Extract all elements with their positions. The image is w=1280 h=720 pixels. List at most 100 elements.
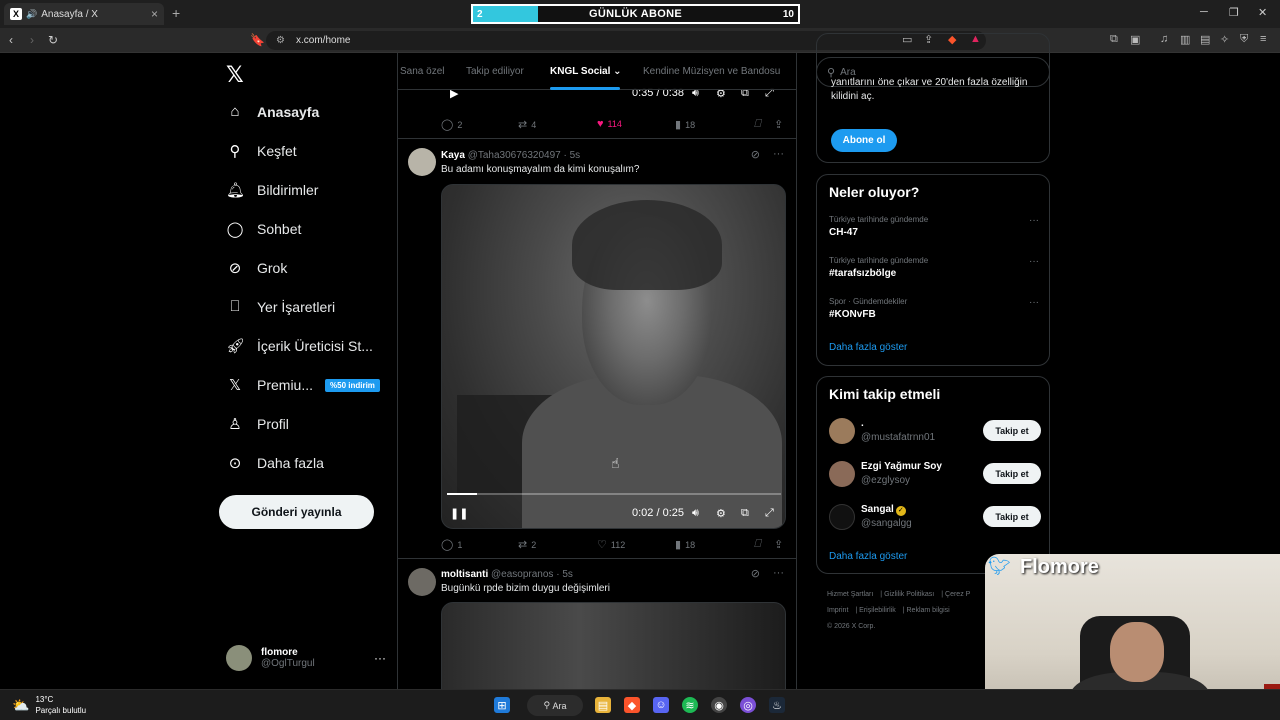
screenshot-icon[interactable]: ▣ [1130,33,1140,46]
bookmark-button[interactable]: ⎕ [754,118,765,131]
close-window-icon[interactable]: ✕ [1258,6,1267,19]
nav-bookmarks[interactable]: ⎕ Yer İşaretleri [226,298,335,315]
discord-icon[interactable]: ☺ [653,697,669,713]
author-name[interactable]: moltisanti [441,569,488,580]
nav-grok[interactable]: ⊘ Grok [226,259,288,277]
author-handle[interactable]: @easopranos · 5s [491,569,573,580]
close-tab-icon[interactable]: × [151,7,158,21]
follow-suggestion[interactable]: . @mustafatrnn01 Takip et [829,416,1041,446]
tab-kendine-muzisyen[interactable]: Kendine Müzisyen ve Bandosu [643,66,780,77]
media-icon[interactable]: ♫ [1160,33,1168,45]
nav-notifications[interactable]: 🔔︎ Bildirimler [226,181,318,199]
nav-premium[interactable]: 𝕏 Premiu... %50 indirim [226,376,380,394]
tab-kngl-social[interactable]: KNGL Social ⌄ [550,66,622,77]
steam-icon[interactable]: ♨ [769,697,785,713]
repost-button[interactable]: ⇄ 2 [518,538,536,551]
follow-button[interactable]: Takip et [983,420,1041,441]
trend-item[interactable]: Türkiye tarihinde gündemde #tarafsızbölg… [829,256,1039,279]
author-name[interactable]: Kaya [441,150,465,161]
volume-icon[interactable]: 🔊︎ [692,507,699,520]
sidebar-icon[interactable]: ▥ [1180,33,1190,46]
follow-suggestion[interactable]: Sangal ✓ @sangalgg Takip et [829,502,1041,532]
maximize-icon[interactable]: ❐ [1229,6,1239,19]
account-switcher[interactable]: flomore @OglTurgul ··· [226,643,386,673]
post-button[interactable]: Gönderi yayınla [219,495,374,529]
leo-ai-icon[interactable]: ✧ [1220,33,1229,46]
reply-button[interactable]: ◯ 2 [441,118,462,131]
reload-icon[interactable]: ↻ [48,33,58,47]
more-dots-icon[interactable]: ··· [1029,297,1039,308]
follow-button[interactable]: Takip et [983,506,1041,527]
nav-more[interactable]: ⊙ Daha fazla [226,454,324,472]
avatar[interactable] [408,148,436,176]
footer-link[interactable]: Erişilebilirlik [859,607,896,614]
footer-link[interactable]: Imprint [827,607,848,614]
minimize-icon[interactable]: ─ [1200,6,1208,18]
pause-icon[interactable]: ❚❚ [450,507,468,520]
extensions-icon[interactable]: ⧉ [1110,33,1118,46]
taskbar-search[interactable]: ⚲ Ara [527,695,583,716]
speaker-icon[interactable]: 🔊 [26,9,37,20]
tab-for-you[interactable]: Sana özel [400,66,444,77]
repost-button[interactable]: ⇄ 4 [518,118,536,131]
video-player[interactable] [441,184,786,529]
x-logo-icon[interactable]: 𝕏 [226,62,244,88]
new-tab-icon[interactable]: + [172,5,180,21]
grok-analyze-icon[interactable]: ⊘ [751,148,760,161]
share-button[interactable]: ⇪ [774,538,787,551]
nav-creator-studio[interactable]: 🚀︎ İçerik Üreticisi St... [226,337,373,355]
subscribe-button[interactable]: Abone ol [831,129,897,152]
menu-icon[interactable]: ≡ [1260,33,1266,45]
like-button[interactable]: ♡ 112 [597,538,625,551]
footer-link[interactable]: Hizmet Şartları [827,591,873,598]
fullscreen-icon[interactable]: ⤢ [765,507,774,520]
spotify-icon[interactable]: ≋ [682,697,698,713]
trend-item[interactable]: Spor · Gündemdekiler #KONvFB ··· [829,297,1039,320]
more-dots-icon[interactable]: ··· [773,567,784,579]
share-button[interactable]: ⇪ [774,118,787,131]
footer-link[interactable]: Çerez P [945,591,970,598]
show-more-link[interactable]: Daha fazla göster [829,342,907,353]
wallet-icon[interactable]: ▤ [1200,33,1210,46]
video-player[interactable] [441,602,786,689]
bookmark-page-icon[interactable]: 🔖 [250,33,265,47]
reply-icon: ◯ [441,119,454,131]
like-button[interactable]: ♥ 114 [597,118,622,130]
file-explorer-icon[interactable]: ▤ [595,697,611,713]
show-more-link[interactable]: Daha fazla göster [829,551,907,562]
more-dots-icon[interactable]: ··· [1029,215,1039,226]
app-icon[interactable]: ◎ [740,697,756,713]
settings-icon[interactable]: ⚙ [716,507,726,520]
weather-widget[interactable]: ⛅ 13°C Parçalı bulutlu [12,694,86,716]
grok-analyze-icon[interactable]: ⊘ [751,567,760,580]
pip-icon[interactable]: ⧉ [741,507,749,520]
follow-suggestion[interactable]: Ezgi Yağmur Soy @ezglysoy Takip et [829,459,1041,489]
site-info-icon[interactable]: ⚙ [276,35,285,46]
views-button[interactable]: ▮ 18 [675,538,695,551]
brave-browser-icon[interactable]: ◆ [624,697,640,713]
footer-link[interactable]: Reklam bilgisi [907,607,950,614]
avatar[interactable] [408,568,436,596]
trend-item[interactable]: Türkiye tarihinde gündemde CH-47 ··· [829,215,1039,238]
more-dots-icon[interactable]: ··· [1029,256,1039,267]
author-handle[interactable]: @Taha30676320497 · 5s [468,150,580,161]
obs-icon[interactable]: ◉ [711,697,727,713]
windows-start-icon[interactable]: ⊞ [494,697,510,713]
back-icon[interactable]: ‹ [9,33,13,47]
heart-icon: ♡ [597,539,607,551]
nav-explore[interactable]: ⚲ Keşfet [226,142,297,160]
vpn-icon[interactable]: ⛨ [1240,33,1248,46]
nav-profile[interactable]: ♙ Profil [226,415,289,433]
nav-home[interactable]: ⌂ Anasayfa [226,103,319,120]
tab-following[interactable]: Takip ediliyor [466,66,524,77]
footer-link[interactable]: Gizlilik Politikası [884,591,934,598]
forward-icon[interactable]: › [30,33,34,47]
more-dots-icon[interactable]: ··· [773,148,784,160]
reply-button[interactable]: ◯ 1 [441,538,462,551]
browser-tab[interactable]: X 🔊 Anasayfa / X × [4,3,164,25]
bookmark-button[interactable]: ⎕ [754,538,765,551]
video-progress-bar[interactable] [447,493,781,495]
nav-chat[interactable]: ◯ Sohbet [226,220,302,238]
follow-button[interactable]: Takip et [983,463,1041,484]
views-button[interactable]: ▮ 18 [675,118,695,131]
